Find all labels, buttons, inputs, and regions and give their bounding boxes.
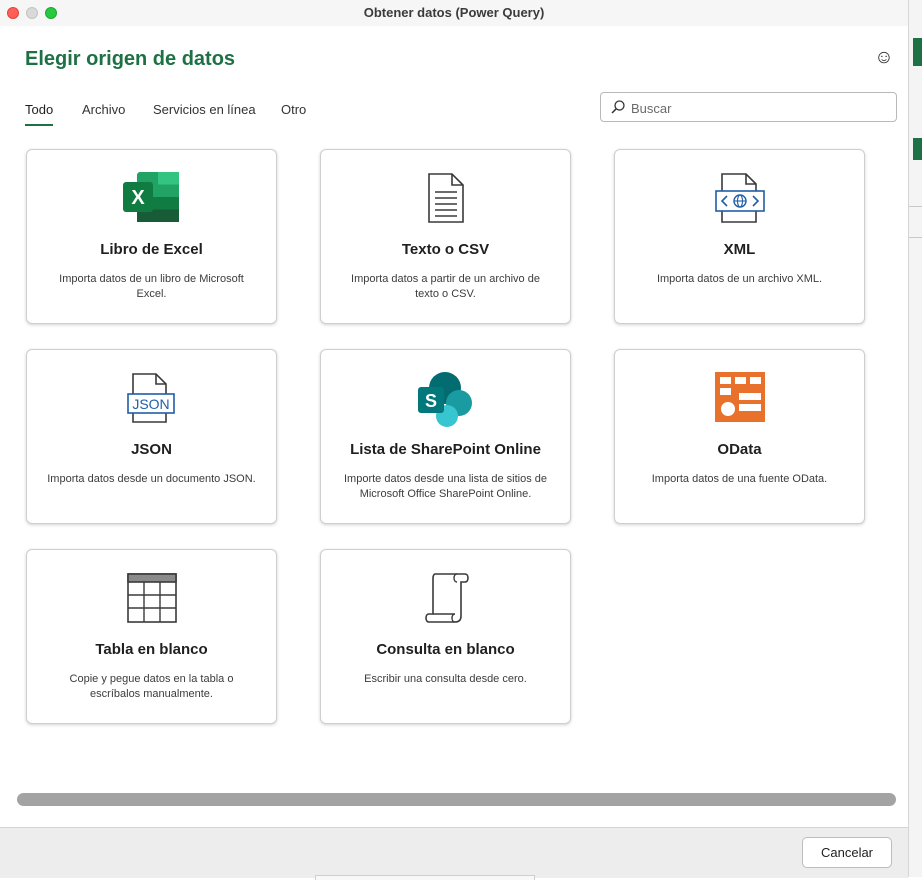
card-consulta-en-blanco[interactable]: Consulta en blanco Escribir una consulta… (320, 549, 571, 724)
background-app-edge (908, 0, 922, 877)
tab-archivo[interactable]: Archivo (82, 102, 125, 124)
sharepoint-icon-letter: S (424, 391, 436, 411)
window-title: Obtener datos (Power Query) (363, 5, 545, 20)
tab-servicios-en-linea[interactable]: Servicios en línea (153, 102, 256, 124)
dialog-footer: Cancelar (0, 827, 908, 880)
card-title: Consulta en blanco (376, 641, 515, 658)
tab-otro[interactable]: Otro (281, 102, 306, 124)
excel-icon: X (122, 172, 179, 222)
sharepoint-icon: S (417, 372, 472, 427)
card-description: Importe datos desde una lista de sitios … (343, 473, 547, 500)
tab-todo[interactable]: Todo (25, 102, 54, 126)
card-title: Tabla en blanco (95, 641, 208, 658)
card-description: Escribir una consulta desde cero. (364, 673, 527, 685)
card-title: Texto o CSV (401, 241, 490, 258)
smiley-icon[interactable]: ☺ (874, 48, 894, 68)
card-description: Importa datos de un archivo XML. (656, 273, 823, 285)
search-input[interactable] (629, 97, 893, 119)
json-icon-label: JSON (132, 396, 169, 412)
card-title: Lista de SharePoint Online (350, 441, 541, 458)
card-libro-de-excel[interactable]: X Libro de Excel Importa datos de un lib… (26, 149, 277, 324)
card-title: JSON (131, 441, 172, 458)
card-title: XML (723, 241, 756, 258)
title-bar: Obtener datos (Power Query) (0, 0, 908, 26)
card-xml[interactable]: XML Importa datos de un archivo XML. (614, 149, 865, 324)
card-description: Importa datos a partir de un archivo de … (351, 273, 540, 300)
excel-icon-letter: X (131, 187, 145, 209)
page-title: Elegir origen de datos (25, 48, 236, 70)
blank-table-icon (126, 573, 177, 623)
card-description: Importa datos de una fuente OData. (651, 473, 828, 485)
card-tabla-en-blanco[interactable]: Tabla en blanco Copie y pegue datos en l… (26, 549, 277, 724)
card-json[interactable]: JSON JSON Importa datos desde un documen… (26, 349, 277, 524)
card-description: Copie y pegue datos en la tabla o escríb… (69, 673, 234, 700)
dialog-window: Obtener datos (Power Query) Elegir orige… (0, 0, 908, 880)
search-box[interactable] (600, 92, 897, 122)
card-lista-de-sharepoint-online[interactable]: S Lista de SharePoint Online Importe dat… (320, 349, 571, 524)
card-title: Libro de Excel (100, 241, 203, 258)
card-description: Importa datos desde un documento JSON. (47, 473, 256, 485)
horizontal-scrollbar[interactable] (17, 793, 896, 806)
blank-query-icon (424, 573, 469, 623)
footer-sheet-tab (315, 875, 535, 880)
card-texto-o-csv[interactable]: Texto o CSV Importa datos a partir de un… (320, 149, 571, 324)
text-file-icon (427, 173, 464, 223)
xml-icon (714, 173, 765, 223)
json-icon: JSON (126, 373, 175, 423)
card-description: Importa datos de un libro de Microsoft E… (59, 273, 244, 300)
cancel-button[interactable]: Cancelar (802, 837, 892, 868)
card-title: OData (717, 441, 762, 458)
card-odata[interactable]: OData Importa datos de una fuente OData. (614, 349, 865, 524)
odata-icon (714, 372, 765, 422)
search-icon (611, 100, 625, 114)
